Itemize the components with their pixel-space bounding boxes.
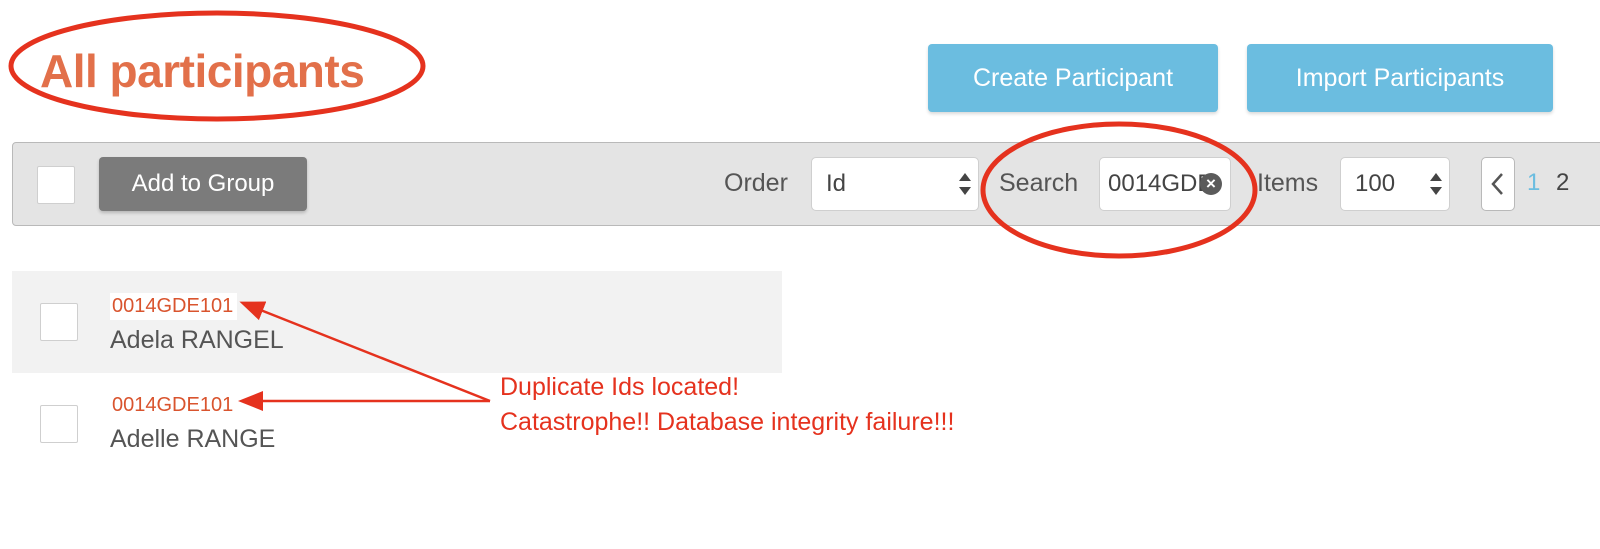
participant-id: 0014GDE101 xyxy=(110,392,238,419)
previous-page-button[interactable] xyxy=(1481,157,1515,211)
page-title: All participants xyxy=(40,45,365,97)
order-select-value: Id xyxy=(826,170,847,197)
row-checkbox[interactable] xyxy=(40,303,78,341)
items-per-page-select[interactable]: 100 xyxy=(1340,157,1450,211)
select-arrows-icon xyxy=(959,173,971,195)
list-toolbar: Add to Group Order Id Search 0014GDE × I… xyxy=(12,142,1600,226)
participants-page: All participants Create Participant Impo… xyxy=(0,0,1600,549)
page-number-1[interactable]: 1 xyxy=(1527,169,1540,197)
search-input-value: 0014GDE xyxy=(1108,170,1214,197)
participant-id: 0014GDE101 xyxy=(110,293,238,320)
items-label: Items xyxy=(1257,169,1319,197)
search-label: Search xyxy=(999,169,1079,197)
annotation-line-2: Catastrophe!! Database integrity failure… xyxy=(500,408,955,436)
participant-row[interactable]: 0014GDE101 Adela RANGEL xyxy=(12,271,782,373)
annotation-line-1: Duplicate Ids located! xyxy=(500,373,740,401)
items-select-value: 100 xyxy=(1355,170,1396,197)
order-label: Order xyxy=(724,169,788,197)
add-to-group-button[interactable]: Add to Group xyxy=(99,157,307,211)
create-participant-button[interactable]: Create Participant xyxy=(928,44,1218,112)
row-checkbox[interactable] xyxy=(40,405,78,443)
page-number-2[interactable]: 2 xyxy=(1556,169,1569,197)
search-input[interactable]: 0014GDE × xyxy=(1099,157,1231,211)
select-all-checkbox[interactable] xyxy=(37,166,75,204)
import-participants-button[interactable]: Import Participants xyxy=(1247,44,1553,112)
clear-search-icon[interactable]: × xyxy=(1200,173,1222,195)
participant-name: Adela RANGEL xyxy=(110,326,284,354)
select-arrows-icon xyxy=(1430,173,1442,195)
participant-name: Adelle RANGE xyxy=(110,425,276,453)
chevron-left-icon xyxy=(1491,173,1503,195)
order-select[interactable]: Id xyxy=(811,157,979,211)
